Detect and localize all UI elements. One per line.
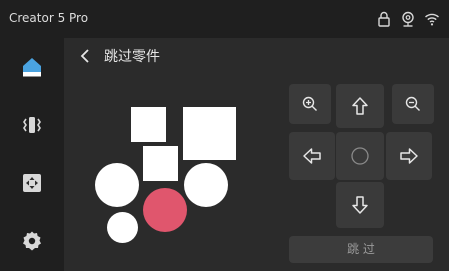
part-square[interactable] (131, 107, 166, 142)
part-circle[interactable] (107, 212, 138, 243)
top-bar: Creator 5 Pro (0, 0, 449, 38)
lock-icon (376, 11, 392, 27)
part-circle[interactable] (95, 163, 139, 207)
skip-button[interactable]: 跳 过 (289, 236, 433, 263)
sidebar-item-settings[interactable] (0, 212, 64, 270)
home-icon (23, 58, 41, 77)
settings-icon (23, 231, 41, 251)
app-title: Creator 5 Pro (9, 11, 89, 25)
move-icon (23, 174, 41, 192)
move-left-button[interactable] (289, 132, 335, 180)
screen: Creator 5 Pro 跳过零件 跳 过 (0, 0, 449, 271)
part-stage (88, 100, 248, 250)
zoom-in-icon (302, 96, 317, 111)
sidebar-item-home[interactable] (0, 38, 64, 96)
move-right-button[interactable] (386, 132, 432, 180)
move-down-button[interactable] (336, 182, 384, 228)
sidebar (0, 38, 64, 271)
arrow-down-icon (352, 196, 368, 214)
arrow-right-icon (400, 148, 418, 164)
sidebar-item-vibration[interactable] (0, 96, 64, 154)
zoom-out-button[interactable] (392, 84, 434, 124)
move-up-button[interactable] (336, 84, 384, 128)
zoom-in-button[interactable] (289, 84, 331, 124)
part-circle-selected[interactable] (143, 188, 187, 232)
center-icon (351, 147, 369, 165)
part-square[interactable] (183, 107, 236, 160)
page-title: 跳过零件 (104, 49, 160, 65)
chevron-left-icon (80, 49, 89, 63)
arrow-up-icon (352, 97, 368, 115)
vibration-icon (23, 117, 41, 133)
sidebar-item-move[interactable] (0, 154, 64, 212)
webcam-icon (400, 11, 416, 27)
zoom-out-icon (405, 96, 420, 111)
part-circle[interactable] (184, 163, 228, 207)
arrow-left-icon (303, 148, 321, 164)
center-button[interactable] (336, 132, 384, 180)
back-button[interactable] (76, 44, 96, 68)
wifi-icon (424, 11, 440, 27)
part-square[interactable] (143, 146, 178, 181)
